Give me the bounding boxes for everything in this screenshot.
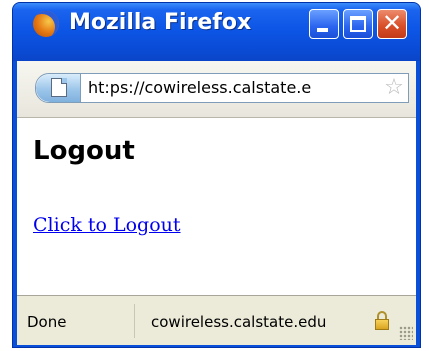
- page-title: Logout: [33, 136, 135, 166]
- status-host: cowireless.calstate.edu: [151, 313, 327, 331]
- close-button[interactable]: ✕: [377, 9, 407, 39]
- url-text[interactable]: ht:ps://cowireless.calstate.e: [88, 77, 311, 99]
- window-title: Mozilla Firefox: [69, 10, 252, 35]
- close-icon: ✕: [381, 9, 403, 37]
- status-bar: Done cowireless.calstate.edu: [17, 295, 416, 345]
- browser-window: Mozilla Firefox ✕ ht:ps://cowireless.cal…: [12, 2, 421, 348]
- status-text: Done: [27, 313, 67, 331]
- lock-body: [375, 319, 389, 330]
- navigation-toolbar: ht:ps://cowireless.calstate.e ☆: [17, 61, 416, 118]
- logout-link[interactable]: Click to Logout: [33, 214, 181, 236]
- bookmark-star-icon[interactable]: ☆: [381, 75, 407, 101]
- maximize-icon: [350, 16, 366, 32]
- url-field[interactable]: ht:ps://cowireless.calstate.e ☆: [35, 73, 409, 103]
- page-icon: [51, 78, 67, 97]
- resize-grip[interactable]: [399, 326, 413, 340]
- firefox-icon[interactable]: [33, 11, 59, 37]
- lock-icon[interactable]: [375, 311, 389, 331]
- title-bar[interactable]: Mozilla Firefox ✕: [13, 3, 420, 61]
- site-identity-button[interactable]: [36, 74, 81, 102]
- minimize-button[interactable]: [309, 9, 339, 39]
- maximize-button[interactable]: [343, 9, 373, 39]
- minimize-icon: [317, 28, 328, 32]
- page-content: Logout Click to Logout: [17, 118, 416, 295]
